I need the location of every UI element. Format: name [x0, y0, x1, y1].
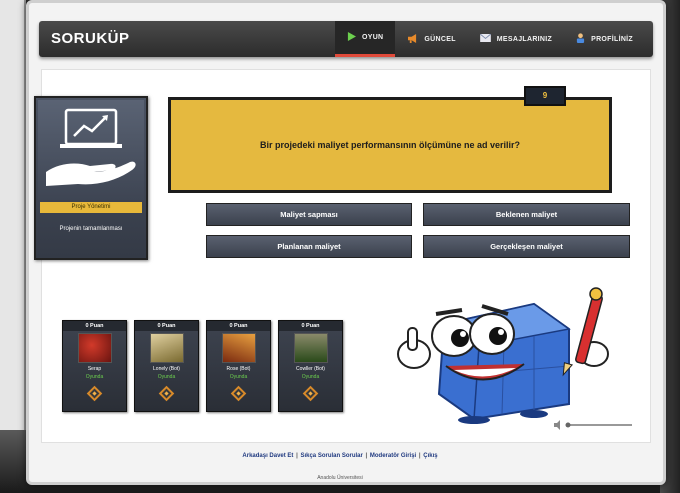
- diamond-icon: [230, 385, 247, 402]
- answer-button-1[interactable]: Maliyet sapması: [206, 203, 412, 226]
- megaphone-icon: [407, 33, 418, 45]
- question-box: Bir projedeki maliyet performansının ölç…: [168, 97, 612, 193]
- separator: |: [296, 453, 298, 459]
- player-avatar: [294, 333, 328, 363]
- top-navbar: SORUKÜP OYUN GÜNCEL MESAJLARINIZ PROFİLİ…: [39, 21, 653, 57]
- cube-mascot-illustration: [397, 287, 609, 424]
- footer-links: Arkadaşı Davet Et | Sıkça Sorulan Sorula…: [0, 453, 680, 459]
- volume-slider[interactable]: [554, 420, 634, 430]
- player-card[interactable]: 0 Puan Lonely (Bot) Oyunda: [134, 320, 199, 412]
- answer-button-3[interactable]: Planlanan maliyet: [206, 235, 412, 258]
- answer-button-2[interactable]: Beklenen maliyet: [423, 203, 630, 226]
- player-score: 0 Puan: [207, 321, 270, 331]
- laptop-hand-icon: [46, 108, 136, 186]
- nav-item-guncel[interactable]: GÜNCEL: [395, 21, 467, 57]
- play-icon: [347, 32, 356, 43]
- footer-link-invite[interactable]: Arkadaşı Davet Et: [242, 453, 293, 459]
- player-card[interactable]: 0 Puan Rose (Bot) Oyunda: [206, 320, 271, 412]
- player-status: Oyunda: [157, 374, 176, 380]
- project-image: [38, 100, 144, 200]
- separator: |: [418, 453, 421, 459]
- envelope-icon: [479, 33, 491, 44]
- nav-item-oyun[interactable]: OYUN: [334, 21, 396, 57]
- player-status: Oyunda: [229, 374, 248, 380]
- player-card[interactable]: 0 Puan Cowller (Bot) Oyunda: [278, 320, 343, 412]
- separator: |: [365, 453, 368, 459]
- app-logo[interactable]: SORUKÜP: [51, 30, 130, 47]
- project-subtitle: Projenin tamamlanması: [59, 226, 123, 232]
- player-status: Oyunda: [301, 374, 320, 380]
- project-title: Proje Yönetimi: [40, 202, 142, 213]
- player-score: 0 Puan: [63, 321, 126, 331]
- footer-link-moderator[interactable]: Moderatör Girişi: [370, 453, 416, 459]
- player-card[interactable]: 0 Puan Serap Oyunda: [62, 320, 127, 412]
- nav-label: OYUN: [361, 34, 384, 41]
- diamond-icon: [302, 385, 319, 402]
- footer-link-logout[interactable]: Çıkış: [423, 453, 437, 459]
- player-name: Rose (Bot): [226, 366, 251, 372]
- player-name: Cowller (Bot): [296, 366, 325, 372]
- footer-link-faq[interactable]: Sıkça Sorulan Sorular: [300, 453, 362, 459]
- background-side-panel: [0, 0, 26, 430]
- nav-menu: OYUN GÜNCEL MESAJLARINIZ PROFİLİNİZ: [334, 21, 645, 57]
- nav-label: GÜNCEL: [424, 35, 456, 43]
- nav-label: MESAJLARINIZ: [496, 35, 553, 43]
- player-score: 0 Puan: [135, 321, 198, 331]
- player-score: 0 Puan: [279, 321, 342, 331]
- player-name: Lonely (Bot): [153, 366, 180, 372]
- footer-copyright: Anadolu Üniversitesi: [317, 475, 363, 481]
- question-number: 9: [524, 86, 566, 106]
- answer-button-4[interactable]: Gerçekleşen maliyet: [423, 235, 630, 258]
- question-text: Bir projedeki maliyet performansının ölç…: [259, 140, 521, 150]
- player-avatar: [78, 333, 112, 363]
- diamond-icon: [158, 385, 175, 402]
- user-icon: [576, 33, 585, 45]
- player-status: Oyunda: [85, 374, 104, 380]
- player-avatar: [222, 333, 256, 363]
- project-card: Proje Yönetimi Projenin tamamlanması: [34, 96, 148, 260]
- speaker-icon: [554, 420, 560, 430]
- diamond-icon: [86, 385, 103, 402]
- nav-item-mesajlariniz[interactable]: MESAJLARINIZ: [468, 21, 564, 57]
- nav-label: PROFİLİNİZ: [591, 35, 633, 43]
- player-avatar: [150, 333, 184, 363]
- player-name: Serap: [87, 366, 102, 372]
- nav-item-profiliniz[interactable]: PROFİLİNİZ: [564, 21, 645, 57]
